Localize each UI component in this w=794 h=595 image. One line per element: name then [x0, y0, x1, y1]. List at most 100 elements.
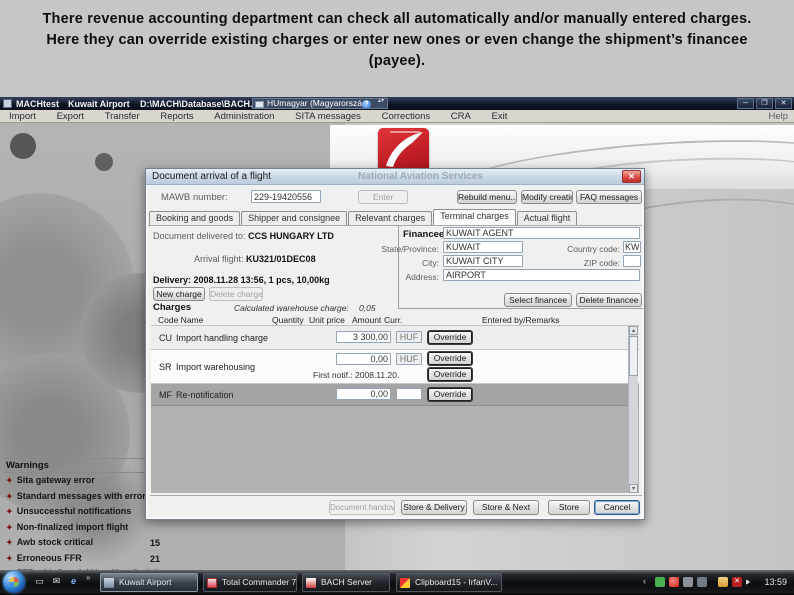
charge-currency-input[interactable]: [396, 353, 422, 365]
menu-cra[interactable]: CRA: [442, 110, 480, 122]
store-button[interactable]: Store: [548, 500, 590, 515]
charge-name: Import handling charge: [176, 333, 269, 343]
city-input[interactable]: [443, 255, 523, 267]
rebuild-menu-button[interactable]: Rebuild menu...: [457, 190, 517, 204]
scroll-up-icon[interactable]: ▴: [629, 326, 638, 335]
charge-amount-input[interactable]: [336, 331, 391, 343]
store-delivery-button[interactable]: Store & Delivery: [401, 500, 467, 515]
charge-name: Re-notification: [176, 390, 234, 400]
menu-administration[interactable]: Administration: [205, 110, 283, 122]
tray-document-icon[interactable]: [718, 577, 728, 587]
zip-label: ZIP code:: [583, 258, 620, 268]
quicklaunch-mail-icon[interactable]: ✉: [50, 575, 63, 588]
minimize-button[interactable]: ─: [737, 98, 754, 109]
tray-sync-icon[interactable]: [697, 577, 707, 587]
override-button[interactable]: Override: [428, 331, 472, 344]
warning-label: Sita gateway error: [16, 475, 95, 485]
override-notification-button[interactable]: Override: [428, 368, 472, 381]
updown-icon[interactable]: ▴▾: [378, 99, 384, 104]
task-total-commander[interactable]: Total Commander 7...: [203, 573, 297, 592]
quicklaunch-desktop-icon[interactable]: ▭: [33, 575, 46, 588]
state-input[interactable]: [443, 241, 523, 253]
charge-amount-input[interactable]: [336, 353, 391, 365]
warning-count: 21: [150, 553, 161, 564]
tray-network-icon[interactable]: [669, 577, 679, 587]
select-financee-button[interactable]: Select financee: [504, 293, 572, 307]
menu-transfer[interactable]: Transfer: [96, 110, 149, 122]
scroll-down-icon[interactable]: ▾: [629, 484, 638, 493]
charges-list: CU Import handling charge Override SR Im…: [151, 325, 639, 493]
charge-code: SR: [159, 362, 172, 372]
financee-name-input[interactable]: [443, 227, 640, 239]
warning-bullet-icon: ✦: [6, 522, 13, 532]
mawb-input[interactable]: [251, 190, 321, 203]
zip-input[interactable]: [623, 255, 641, 267]
menu-import[interactable]: Import: [0, 110, 45, 122]
charge-row-cu[interactable]: CU Import handling charge Override: [151, 326, 639, 350]
charge-currency-input[interactable]: [396, 331, 422, 343]
country-code-label: Country code:: [567, 244, 620, 254]
menu-exit[interactable]: Exit: [483, 110, 517, 122]
delivered-to-label: Document delivered to:: [153, 231, 246, 241]
document-handover-button[interactable]: Document handover: [329, 500, 395, 515]
scrollbar-thumb[interactable]: [629, 336, 638, 376]
tab-relevant-charges[interactable]: Relevant charges: [348, 211, 433, 225]
menu-help[interactable]: Help: [768, 111, 788, 122]
menu-sita-messages[interactable]: SITA messages: [286, 110, 370, 122]
tab-actual-flight[interactable]: Actual flight: [516, 211, 578, 225]
task-app-icon: [207, 578, 217, 588]
charge-amount-input[interactable]: [336, 388, 391, 400]
warning-item-erroneous-ffr[interactable]: ✦ Erroneous FFR 21: [4, 553, 172, 569]
faq-messages-button[interactable]: FAQ messages: [576, 190, 642, 204]
dialog-titlebar[interactable]: Document arrival of a flight National Av…: [146, 169, 644, 185]
tab-terminal-charges[interactable]: Terminal charges: [433, 209, 516, 225]
financee-label: Financee: [403, 229, 445, 240]
tab-shipper-and-consignee[interactable]: Shipper and consignee: [241, 211, 348, 225]
delivered-to-value: CCS HUNGARY LTD: [248, 231, 334, 241]
override-button[interactable]: Override: [428, 352, 472, 365]
restore-button[interactable]: ❐: [756, 98, 773, 109]
modify-creation-button[interactable]: Modify creation: [521, 190, 573, 204]
cancel-button[interactable]: Cancel: [594, 500, 640, 515]
enter-button[interactable]: Enter: [358, 190, 408, 204]
task-kuwait-airport[interactable]: Kuwait Airport: [100, 573, 198, 592]
delete-charge-button[interactable]: Delete charge: [209, 287, 263, 301]
menu-corrections[interactable]: Corrections: [373, 110, 440, 122]
document-arrival-dialog: Document arrival of a flight National Av…: [145, 168, 645, 520]
close-button[interactable]: ✕: [775, 98, 792, 109]
warning-item-nonfinalized-import[interactable]: ✦ Non-finalized import flight: [4, 522, 172, 538]
charge-row-sr[interactable]: SR Import warehousing Override First not…: [151, 350, 639, 384]
quicklaunch-browser-icon[interactable]: e: [67, 575, 80, 588]
tray-display-icon[interactable]: [683, 577, 693, 587]
menu-reports[interactable]: Reports: [151, 110, 202, 122]
tray-error-icon[interactable]: ✕: [732, 577, 742, 587]
warning-item-awb-stock[interactable]: ✦ Awb stock critical 15: [4, 537, 172, 553]
address-input[interactable]: [443, 269, 640, 281]
language-selector[interactable]: HUmagyar (Magyarország) ? ▴▾: [252, 98, 388, 109]
warning-bullet-icon: ✦: [6, 553, 13, 563]
menu-export[interactable]: Export: [48, 110, 93, 122]
slide-caption: There revenue accounting department can …: [42, 11, 752, 69]
tray-volume-icon[interactable]: [746, 579, 750, 585]
tab-booking-and-goods[interactable]: Booking and goods: [149, 211, 241, 225]
help-icon[interactable]: ?: [362, 99, 371, 108]
keyboard-icon: [255, 100, 264, 108]
charges-scrollbar[interactable]: ▴ ▾: [628, 326, 638, 493]
country-code-input[interactable]: [623, 241, 641, 253]
delete-financee-button[interactable]: Delete financee: [576, 293, 642, 307]
dialog-close-icon[interactable]: ✕: [622, 170, 641, 183]
task-clipboard-irfanview[interactable]: Clipboard15 - IrfanV...: [396, 573, 502, 592]
charge-currency-input[interactable]: [396, 388, 422, 400]
tray-collapse-icon[interactable]: ‹: [643, 576, 646, 586]
app-window: MACHtest Kuwait Airport D:\MACH\Database…: [0, 97, 794, 579]
new-charge-button[interactable]: New charge: [153, 287, 205, 301]
quicklaunch-chevron-icon[interactable]: »: [86, 573, 90, 582]
task-bach-server[interactable]: BACH Server: [302, 573, 390, 592]
app-titlebar: MACHtest Kuwait Airport D:\MACH\Database…: [0, 97, 794, 110]
override-button[interactable]: Override: [428, 388, 472, 401]
app-site: Kuwait Airport: [68, 99, 130, 109]
start-button[interactable]: [3, 571, 25, 593]
tray-shield-icon[interactable]: [655, 577, 665, 587]
store-next-button[interactable]: Store & Next: [473, 500, 539, 515]
charge-row-mf-selected[interactable]: MF Re-notification Override: [151, 384, 639, 406]
